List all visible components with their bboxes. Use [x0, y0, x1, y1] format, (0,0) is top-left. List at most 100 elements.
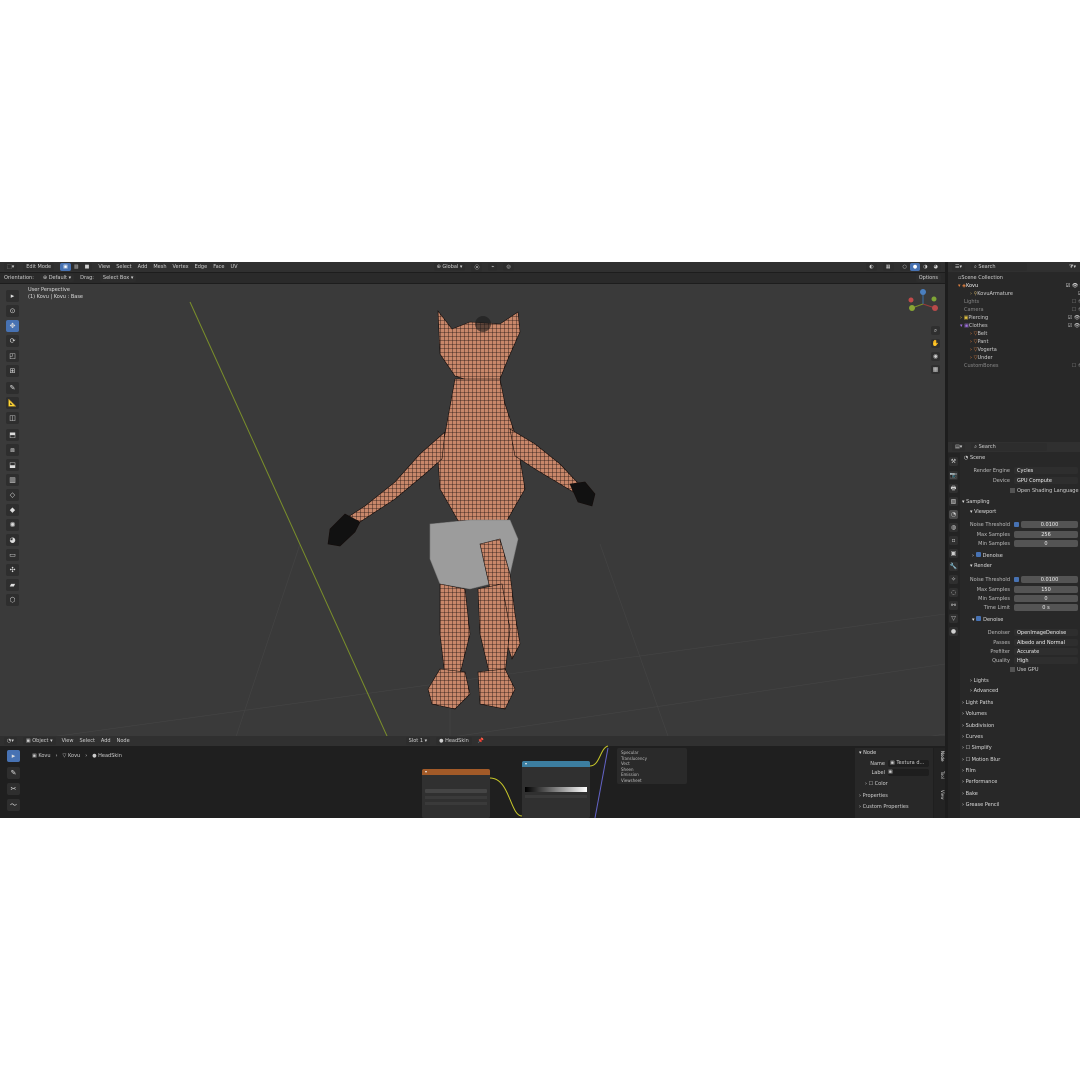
- rotate-tool[interactable]: ⟳: [6, 335, 19, 347]
- menu-mesh[interactable]: Mesh: [153, 264, 166, 270]
- scene-collection-row[interactable]: ▫ Scene Collection: [948, 274, 1080, 282]
- subdivision-section[interactable]: › Subdivision: [962, 723, 994, 729]
- outliner-item-armature[interactable]: › ⚲ KovuArmature☑ 👁 📷: [948, 290, 1080, 298]
- node-menu-node[interactable]: Node: [117, 738, 130, 744]
- outliner-item-lights[interactable]: Lights☐ 👁 📷: [948, 298, 1080, 306]
- drag-dropdown[interactable]: Select Box ▾: [99, 274, 137, 282]
- physics-tab-icon[interactable]: ◌: [949, 588, 958, 597]
- node-curve-tool[interactable]: 〜: [7, 799, 20, 811]
- r-noise-checkbox[interactable]: [1014, 577, 1019, 582]
- render-subsection[interactable]: ▾ Render: [970, 563, 992, 569]
- prefilter-dropdown[interactable]: Accurate: [1014, 648, 1078, 655]
- move-tool[interactable]: ✥: [6, 320, 19, 332]
- orientation-dropdown[interactable]: ⊕ Default ▾: [39, 274, 75, 282]
- node-color-section[interactable]: › ☐ Color: [855, 778, 933, 790]
- menu-edge[interactable]: Edge: [195, 264, 208, 270]
- world-tab-icon[interactable]: ◍: [949, 523, 958, 532]
- zoom-icon[interactable]: ⌕: [931, 326, 940, 335]
- shader-node-editor[interactable]: ◔▾ ▣ Object ▾ View Select Add Node Slot …: [0, 736, 945, 818]
- performance-section[interactable]: › Performance: [962, 779, 997, 785]
- use-gpu-row[interactable]: Use GPU: [966, 665, 1080, 674]
- osl-row[interactable]: Open Shading Language: [966, 486, 1080, 495]
- sampling-section[interactable]: ▾ Sampling: [962, 499, 990, 505]
- transform-tool[interactable]: ⊞: [6, 365, 19, 377]
- select-mode-icons[interactable]: ▣ ▥ ■: [60, 263, 93, 271]
- passes-dropdown[interactable]: Albedo and Normal: [1014, 639, 1078, 646]
- advanced-subsection[interactable]: › Advanced: [970, 688, 998, 694]
- tab-node[interactable]: Node: [940, 748, 945, 764]
- rip-tool[interactable]: ⬡: [6, 594, 19, 606]
- snap-icon[interactable]: ⌁: [488, 263, 498, 271]
- outliner-item-piercing[interactable]: › ▣ Piercing☑ 👁 📷: [948, 314, 1080, 322]
- filter-icon[interactable]: ⧩▾: [1069, 264, 1076, 270]
- device-dropdown[interactable]: GPU Compute: [1014, 477, 1078, 484]
- edge-slide-tool[interactable]: ▭: [6, 549, 19, 561]
- node-select-tool[interactable]: ▸: [7, 750, 20, 762]
- vp-noise-checkbox[interactable]: [1014, 522, 1019, 527]
- menu-select[interactable]: Select: [116, 264, 131, 270]
- node-menu-add[interactable]: Add: [101, 738, 111, 744]
- xray-icon[interactable]: ▦: [882, 263, 894, 271]
- shrink-tool[interactable]: ✣: [6, 564, 19, 576]
- collection-tab-icon[interactable]: ▫: [949, 536, 958, 545]
- bevel-tool[interactable]: ⬓: [6, 459, 19, 471]
- node-menu-select[interactable]: Select: [79, 738, 94, 744]
- node-menu-view[interactable]: View: [62, 738, 74, 744]
- r-min-samples-field[interactable]: 0: [1014, 595, 1078, 602]
- select-box-tool[interactable]: ▸: [6, 290, 19, 302]
- render-tab-icon[interactable]: 📷: [949, 471, 958, 480]
- poly-build-tool[interactable]: ◆: [6, 504, 19, 516]
- node-properties-section[interactable]: › Properties: [855, 790, 933, 802]
- shading-mode-icons[interactable]: ○ ● ◑ ◕: [899, 263, 941, 271]
- particles-tab-icon[interactable]: ✧: [949, 575, 958, 584]
- pan-hand-icon[interactable]: ✋: [931, 339, 940, 348]
- menu-uv[interactable]: UV: [231, 264, 238, 270]
- menu-face[interactable]: Face: [213, 264, 224, 270]
- tab-tool[interactable]: Tool: [940, 766, 945, 784]
- outliner-item-belt[interactable]: › ▽ Belt👁 📷: [948, 330, 1080, 338]
- transform-orientation-dropdown[interactable]: ⊕ Global ▾: [433, 263, 466, 271]
- curves-section[interactable]: › Curves: [962, 734, 983, 740]
- denoiser-dropdown[interactable]: OpenImageDenoise: [1014, 629, 1078, 636]
- camera-view-icon[interactable]: ◉: [931, 352, 940, 361]
- vp-denoise-subsection[interactable]: › Denoise: [972, 552, 1003, 559]
- cursor-tool[interactable]: ⊙: [6, 305, 19, 317]
- extrude-tool[interactable]: ⬒: [6, 429, 19, 441]
- quality-dropdown[interactable]: High: [1014, 657, 1078, 664]
- object-mode-dropdown[interactable]: ▣ Object ▾: [22, 737, 56, 745]
- loop-cut-tool[interactable]: ▥: [6, 474, 19, 486]
- data-tab-icon[interactable]: ▽: [949, 614, 958, 623]
- lights-subsection[interactable]: › Lights: [970, 678, 989, 684]
- add-cube-tool[interactable]: ◫: [6, 412, 19, 424]
- modifier-tab-icon[interactable]: 🔧: [949, 562, 958, 571]
- node-custom-properties-section[interactable]: › Custom Properties: [855, 802, 933, 812]
- viewport-subsection[interactable]: ▾ Viewport: [970, 509, 996, 515]
- outliner-item-camera[interactable]: Camera☐ 👁 📷: [948, 306, 1080, 314]
- smooth-tool[interactable]: ◕: [6, 534, 19, 546]
- outliner-search[interactable]: ⌕ Search: [971, 263, 1027, 271]
- properties-search[interactable]: ⌕ Search: [971, 443, 1048, 451]
- r-max-samples-field[interactable]: 150: [1014, 586, 1078, 593]
- object-tab-icon[interactable]: ▣: [949, 549, 958, 558]
- vp-min-samples-field[interactable]: 0: [1014, 540, 1078, 547]
- view-layer-tab-icon[interactable]: ▧: [949, 497, 958, 506]
- properties-type-icon[interactable]: ▤▾: [952, 443, 966, 451]
- outliner-item-custombones[interactable]: CustomBones☐ 👁 📷: [948, 362, 1080, 370]
- outliner-type-icon[interactable]: ☰▾: [952, 263, 965, 271]
- inset-tool[interactable]: ⧈: [6, 444, 19, 456]
- outliner-item-pant[interactable]: › ▽ Pant👁 📷: [948, 338, 1080, 346]
- menu-add[interactable]: Add: [138, 264, 148, 270]
- bake-section[interactable]: › Bake: [962, 791, 978, 797]
- slot-dropdown[interactable]: Slot 1 ▾: [405, 737, 431, 745]
- grease-pencil-section[interactable]: › Grease Pencil: [962, 802, 999, 808]
- constraints-tab-icon[interactable]: ⚯: [949, 601, 958, 610]
- motion-blur-section[interactable]: › ☐ Motion Blur: [962, 757, 1000, 763]
- outliner-item-vogerta[interactable]: › ▽ Vogerta👁 📷: [948, 346, 1080, 354]
- editor-type-icon[interactable]: ⬚▾: [4, 263, 18, 271]
- annotate-tool[interactable]: ✎: [6, 382, 19, 394]
- volumes-section[interactable]: › Volumes: [962, 711, 987, 717]
- node-annotate-tool[interactable]: ✎: [7, 767, 20, 779]
- vp-max-samples-field[interactable]: 256: [1014, 531, 1078, 538]
- ortho-grid-icon[interactable]: ▦: [931, 365, 940, 374]
- scale-tool[interactable]: ◰: [6, 350, 19, 362]
